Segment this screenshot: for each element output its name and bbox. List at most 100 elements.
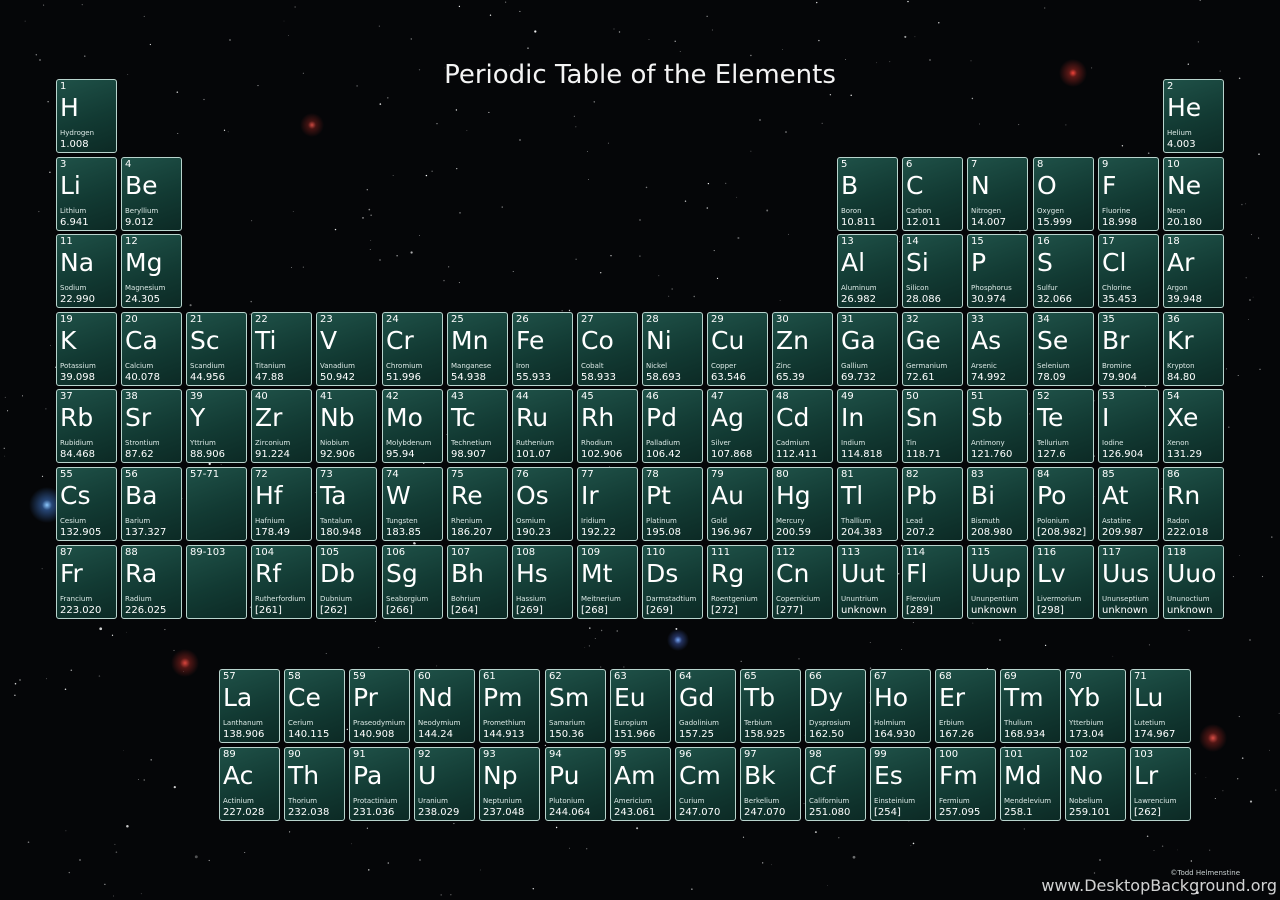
element-tile-u[interactable]: 92 U Uranium 238.029 [414,747,475,821]
element-tile-na[interactable]: 11 Na Sodium 22.990 [56,234,117,308]
element-tile-b[interactable]: 5 B Boron 10.811 [837,157,898,231]
element-tile-rh[interactable]: 45 Rh Rhodium 102.906 [577,389,638,463]
element-tile-fm[interactable]: 100 Fm Fermium 257.095 [935,747,996,821]
element-tile-f[interactable]: 9 F Fluorine 18.998 [1098,157,1159,231]
element-tile-y[interactable]: 39 Y Yttrium 88.906 [186,389,247,463]
element-tile-sg[interactable]: 106 Sg Seaborgium [266] [382,545,443,619]
element-tile-bi[interactable]: 83 Bi Bismuth 208.980 [967,467,1028,541]
element-tile-ho[interactable]: 67 Ho Holmium 164.930 [870,669,931,743]
element-tile-ba[interactable]: 56 Ba Barium 137.327 [121,467,182,541]
element-tile-ga[interactable]: 31 Ga Gallium 69.732 [837,312,898,386]
element-tile-zn[interactable]: 30 Zn Zinc 65.39 [772,312,833,386]
element-tile-rb[interactable]: 37 Rb Rubidium 84.468 [56,389,117,463]
element-tile-ag[interactable]: 47 Ag Silver 107.868 [707,389,768,463]
element-tile-ta[interactable]: 73 Ta Tantalum 180.948 [316,467,377,541]
element-tile-bh[interactable]: 107 Bh Bohrium [264] [447,545,508,619]
element-tile-p[interactable]: 15 P Phosphorus 30.974 [967,234,1028,308]
element-tile-tm[interactable]: 69 Tm Thulium 168.934 [1000,669,1061,743]
element-tile-i[interactable]: 53 I Iodine 126.904 [1098,389,1159,463]
element-tile-no[interactable]: 102 No Nobelium 259.101 [1065,747,1126,821]
element-placeholder-89-103[interactable]: 89-103 [186,545,247,619]
element-tile-ce[interactable]: 58 Ce Cerium 140.115 [284,669,345,743]
element-tile-pa[interactable]: 91 Pa Protactinium 231.036 [349,747,410,821]
element-tile-n[interactable]: 7 N Nitrogen 14.007 [967,157,1028,231]
element-tile-tc[interactable]: 43 Tc Technetium 98.907 [447,389,508,463]
element-tile-lr[interactable]: 103 Lr Lawrencium [262] [1130,747,1191,821]
element-tile-zr[interactable]: 40 Zr Zirconium 91.224 [251,389,312,463]
element-tile-ir[interactable]: 77 Ir Iridium 192.22 [577,467,638,541]
element-tile-bk[interactable]: 97 Bk Berkelium 247.070 [740,747,801,821]
element-tile-k[interactable]: 19 K Potassium 39.098 [56,312,117,386]
element-tile-br[interactable]: 35 Br Bromine 79.904 [1098,312,1159,386]
element-tile-sm[interactable]: 62 Sm Samarium 150.36 [545,669,606,743]
element-tile-mo[interactable]: 42 Mo Molybdenum 95.94 [382,389,443,463]
element-tile-cd[interactable]: 48 Cd Cadmium 112.411 [772,389,833,463]
element-tile-uuo[interactable]: 118 Uuo Ununoctium unknown [1163,545,1224,619]
element-tile-ne[interactable]: 10 Ne Neon 20.180 [1163,157,1224,231]
element-tile-rg[interactable]: 111 Rg Roentgenium [272] [707,545,768,619]
element-tile-si[interactable]: 14 Si Silicon 28.086 [902,234,963,308]
element-tile-th[interactable]: 90 Th Thorium 232.038 [284,747,345,821]
element-tile-np[interactable]: 93 Np Neptunium 237.048 [479,747,540,821]
element-tile-po[interactable]: 84 Po Polonium [208.982] [1033,467,1094,541]
element-tile-uup[interactable]: 115 Uup Ununpentium unknown [967,545,1028,619]
element-tile-ds[interactable]: 110 Ds Darmstadtium [269] [642,545,703,619]
element-tile-kr[interactable]: 36 Kr Krypton 84.80 [1163,312,1224,386]
element-tile-w[interactable]: 74 W Tungsten 183.85 [382,467,443,541]
element-tile-eu[interactable]: 63 Eu Europium 151.966 [610,669,671,743]
element-tile-ru[interactable]: 44 Ru Ruthenium 101.07 [512,389,573,463]
element-tile-sn[interactable]: 50 Sn Tin 118.71 [902,389,963,463]
element-tile-v[interactable]: 23 V Vanadium 50.942 [316,312,377,386]
element-tile-re[interactable]: 75 Re Rhenium 186.207 [447,467,508,541]
element-tile-lu[interactable]: 71 Lu Lutetium 174.967 [1130,669,1191,743]
element-tile-au[interactable]: 79 Au Gold 196.967 [707,467,768,541]
element-tile-db[interactable]: 105 Db Dubnium [262] [316,545,377,619]
element-tile-cu[interactable]: 29 Cu Copper 63.546 [707,312,768,386]
element-tile-uut[interactable]: 113 Uut Ununtrium unknown [837,545,898,619]
element-tile-sr[interactable]: 38 Sr Strontium 87.62 [121,389,182,463]
element-tile-co[interactable]: 27 Co Cobalt 58.933 [577,312,638,386]
element-tile-tl[interactable]: 81 Tl Thallium 204.383 [837,467,898,541]
element-tile-pt[interactable]: 78 Pt Platinum 195.08 [642,467,703,541]
element-tile-te[interactable]: 52 Te Tellurium 127.6 [1033,389,1094,463]
element-tile-c[interactable]: 6 C Carbon 12.011 [902,157,963,231]
element-tile-xe[interactable]: 54 Xe Xenon 131.29 [1163,389,1224,463]
element-tile-rf[interactable]: 104 Rf Rutherfordium [261] [251,545,312,619]
element-tile-in[interactable]: 49 In Indium 114.818 [837,389,898,463]
element-tile-ni[interactable]: 28 Ni Nickel 58.693 [642,312,703,386]
element-tile-cs[interactable]: 55 Cs Cesium 132.905 [56,467,117,541]
element-tile-mt[interactable]: 109 Mt Meitnerium [268] [577,545,638,619]
element-tile-fl[interactable]: 114 Fl Flerovium [289] [902,545,963,619]
element-tile-ar[interactable]: 18 Ar Argon 39.948 [1163,234,1224,308]
element-tile-sc[interactable]: 21 Sc Scandium 44.956 [186,312,247,386]
element-tile-be[interactable]: 4 Be Beryllium 9.012 [121,157,182,231]
element-tile-uus[interactable]: 117 Uus Ununseptium unknown [1098,545,1159,619]
element-tile-am[interactable]: 95 Am Americium 243.061 [610,747,671,821]
element-tile-at[interactable]: 85 At Astatine 209.987 [1098,467,1159,541]
element-tile-md[interactable]: 101 Md Mendelevium 258.1 [1000,747,1061,821]
element-tile-cl[interactable]: 17 Cl Chlorine 35.453 [1098,234,1159,308]
element-tile-lv[interactable]: 116 Lv Livermorium [298] [1033,545,1094,619]
element-tile-ge[interactable]: 32 Ge Germanium 72.61 [902,312,963,386]
element-tile-pu[interactable]: 94 Pu Plutonium 244.064 [545,747,606,821]
element-tile-es[interactable]: 99 Es Einsteinium [254] [870,747,931,821]
element-tile-nb[interactable]: 41 Nb Niobium 92.906 [316,389,377,463]
element-tile-li[interactable]: 3 Li Lithium 6.941 [56,157,117,231]
element-tile-dy[interactable]: 66 Dy Dysprosium 162.50 [805,669,866,743]
element-tile-cr[interactable]: 24 Cr Chromium 51.996 [382,312,443,386]
element-tile-pb[interactable]: 82 Pb Lead 207.2 [902,467,963,541]
element-tile-mn[interactable]: 25 Mn Manganese 54.938 [447,312,508,386]
element-tile-ca[interactable]: 20 Ca Calcium 40.078 [121,312,182,386]
element-placeholder-57-71[interactable]: 57-71 [186,467,247,541]
element-tile-cn[interactable]: 112 Cn Copernicium [277] [772,545,833,619]
element-tile-al[interactable]: 13 Al Aluminum 26.982 [837,234,898,308]
element-tile-pr[interactable]: 59 Pr Praseodymium 140.908 [349,669,410,743]
element-tile-as[interactable]: 33 As Arsenic 74.992 [967,312,1028,386]
element-tile-se[interactable]: 34 Se Selenium 78.09 [1033,312,1094,386]
element-tile-pd[interactable]: 46 Pd Palladium 106.42 [642,389,703,463]
element-tile-cf[interactable]: 98 Cf Californium 251.080 [805,747,866,821]
element-tile-s[interactable]: 16 S Sulfur 32.066 [1033,234,1094,308]
element-tile-hg[interactable]: 80 Hg Mercury 200.59 [772,467,833,541]
element-tile-mg[interactable]: 12 Mg Magnesium 24.305 [121,234,182,308]
element-tile-rn[interactable]: 86 Rn Radon 222.018 [1163,467,1224,541]
